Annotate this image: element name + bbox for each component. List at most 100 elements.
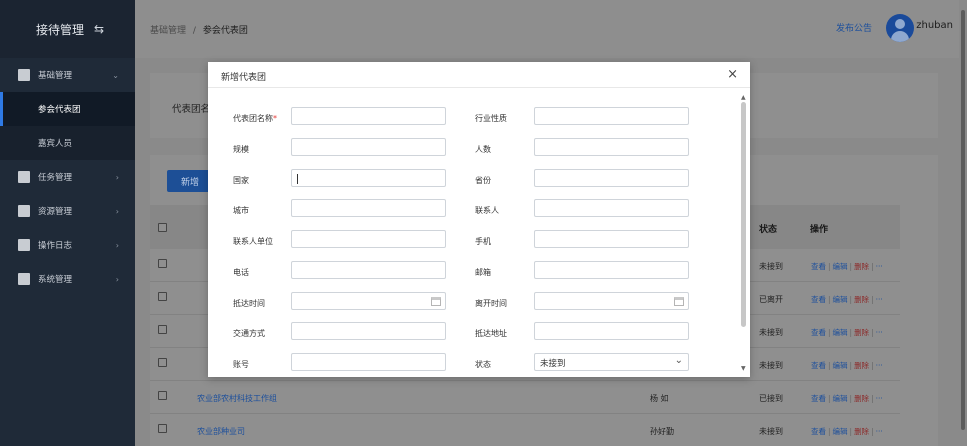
scroll-up-arrow-icon[interactable]: ▲ bbox=[741, 94, 746, 101]
username[interactable]: zhuban bbox=[916, 20, 953, 31]
edit-link[interactable]: 编辑 bbox=[833, 262, 848, 271]
view-link[interactable]: 查看 bbox=[811, 328, 826, 337]
sidebar-item-logs[interactable]: 操作日志 › bbox=[0, 228, 135, 262]
row-checkbox[interactable] bbox=[158, 325, 167, 334]
delegation-name-link[interactable]: 农业部种业司 bbox=[197, 426, 245, 437]
view-link[interactable]: 查看 bbox=[811, 394, 826, 403]
view-link[interactable]: 查看 bbox=[811, 427, 826, 436]
email-input[interactable] bbox=[534, 261, 689, 279]
edit-link[interactable]: 编辑 bbox=[833, 295, 848, 304]
calendar-icon[interactable] bbox=[674, 297, 684, 306]
breadcrumb-parent[interactable]: 基础管理 bbox=[150, 26, 186, 36]
chevron-down-icon: ⌄ bbox=[674, 355, 683, 366]
sidebar-item-resources[interactable]: 资源管理 › bbox=[0, 194, 135, 228]
arrive-address-input[interactable] bbox=[534, 322, 689, 340]
industry-input[interactable] bbox=[534, 107, 689, 125]
country-input[interactable] bbox=[291, 169, 446, 187]
collapse-toggle-icon[interactable]: ⇆ bbox=[94, 22, 104, 36]
delete-link[interactable]: 删除 bbox=[854, 328, 869, 337]
view-link[interactable]: 查看 bbox=[811, 295, 826, 304]
more-icon[interactable]: ··· bbox=[876, 361, 883, 370]
label-contact: 联系人 bbox=[475, 206, 499, 215]
dialog-divider bbox=[208, 87, 750, 88]
more-icon[interactable]: ··· bbox=[876, 262, 883, 271]
contact-input[interactable] bbox=[534, 199, 689, 217]
delete-link[interactable]: 删除 bbox=[854, 262, 869, 271]
row-checkbox[interactable] bbox=[158, 424, 167, 433]
action-separator: | bbox=[871, 262, 874, 271]
dialog-scroll-thumb[interactable] bbox=[741, 102, 746, 327]
transport-input[interactable] bbox=[291, 322, 446, 340]
delegation-name-link[interactable]: 农业部农村科技工作组 bbox=[197, 393, 277, 404]
page-scrollbar[interactable] bbox=[959, 0, 967, 446]
calendar-icon[interactable] bbox=[431, 297, 441, 306]
delegation-name-input[interactable] bbox=[291, 107, 446, 125]
avatar[interactable] bbox=[886, 14, 914, 42]
delete-link[interactable]: 删除 bbox=[854, 361, 869, 370]
row-checkbox[interactable] bbox=[158, 391, 167, 400]
scroll-down-arrow-icon[interactable]: ▼ bbox=[741, 365, 746, 372]
action-separator: | bbox=[849, 361, 853, 370]
mobile-input[interactable] bbox=[534, 230, 689, 248]
more-icon[interactable]: ··· bbox=[876, 295, 883, 304]
status-cell: 未接到 bbox=[759, 328, 783, 337]
sidebar-item-delegations[interactable]: 参会代表团 bbox=[0, 92, 135, 126]
phone-input[interactable] bbox=[291, 261, 446, 279]
column-status: 状态 bbox=[759, 225, 778, 235]
city-input[interactable] bbox=[291, 199, 446, 217]
add-button[interactable]: 新增 bbox=[167, 170, 213, 192]
chevron-down-icon: ⌄ bbox=[112, 70, 119, 80]
label-leave-time: 离开时间 bbox=[475, 299, 507, 308]
action-separator: | bbox=[849, 328, 853, 337]
menu-square-icon bbox=[18, 273, 30, 285]
page-scroll-thumb[interactable] bbox=[961, 10, 965, 430]
chevron-right-icon: › bbox=[115, 274, 119, 284]
sidebar-item-basic[interactable]: 基础管理 ⌄ bbox=[0, 58, 135, 92]
sidebar-item-guests[interactable]: 嘉宾人员 bbox=[0, 126, 135, 160]
breadcrumb: 基础管理 / 参会代表团 bbox=[150, 23, 248, 36]
avatar-body-shape bbox=[891, 31, 909, 42]
dialog-title: 新增代表团 bbox=[221, 73, 267, 83]
sidebar-item-tasks[interactable]: 任务管理 › bbox=[0, 160, 135, 194]
avatar-head-shape bbox=[895, 19, 905, 29]
table-row: 农业部种业司 孙好勤 未接到 查看 | 编辑 | 删除 | ··· bbox=[150, 414, 900, 446]
delete-link[interactable]: 删除 bbox=[854, 394, 869, 403]
sidebar-item-system[interactable]: 系统管理 › bbox=[0, 262, 135, 296]
view-link[interactable]: 查看 bbox=[811, 361, 826, 370]
dialog-scrollbar[interactable]: ▲ ▼ bbox=[741, 94, 747, 372]
row-checkbox[interactable] bbox=[158, 292, 167, 301]
action-separator: | bbox=[871, 295, 874, 304]
close-icon[interactable]: × bbox=[727, 67, 738, 82]
row-checkbox[interactable] bbox=[158, 358, 167, 367]
row-checkbox[interactable] bbox=[158, 259, 167, 268]
edit-link[interactable]: 编辑 bbox=[833, 361, 848, 370]
action-separator: | bbox=[849, 295, 853, 304]
breadcrumb-current: 参会代表团 bbox=[202, 25, 248, 36]
status-select[interactable]: 未接到 ⌄ bbox=[534, 353, 689, 371]
province-input[interactable] bbox=[534, 169, 689, 187]
view-link[interactable]: 查看 bbox=[811, 262, 826, 271]
delete-link[interactable]: 删除 bbox=[854, 295, 869, 304]
label-province: 省份 bbox=[475, 176, 491, 185]
label-status: 状态 bbox=[475, 360, 491, 369]
publish-notice-link[interactable]: 发布公告 bbox=[836, 21, 872, 34]
menu-square-icon bbox=[18, 239, 30, 251]
label-delegation-name: 代表团名称* bbox=[233, 113, 277, 124]
edit-link[interactable]: 编辑 bbox=[833, 427, 848, 436]
edit-link[interactable]: 编辑 bbox=[833, 394, 848, 403]
more-icon[interactable]: ··· bbox=[876, 427, 883, 436]
contact-unit-input[interactable] bbox=[291, 230, 446, 248]
arrive-time-picker[interactable] bbox=[291, 292, 446, 310]
scale-input[interactable] bbox=[291, 138, 446, 156]
delete-link[interactable]: 删除 bbox=[854, 427, 869, 436]
edit-link[interactable]: 编辑 bbox=[833, 328, 848, 337]
select-all-checkbox[interactable] bbox=[158, 223, 167, 232]
contact-cell: 杨 如 bbox=[650, 394, 669, 403]
leave-time-picker[interactable] bbox=[534, 292, 689, 310]
label-mobile: 手机 bbox=[475, 237, 491, 246]
account-input[interactable] bbox=[291, 353, 446, 371]
sidebar: 接待管理 ⇆ 基础管理 ⌄ 参会代表团 嘉宾人员 任务管理 › 资源管理 › 操… bbox=[0, 0, 135, 446]
people-count-input[interactable] bbox=[534, 138, 689, 156]
more-icon[interactable]: ··· bbox=[876, 328, 883, 337]
more-icon[interactable]: ··· bbox=[876, 394, 883, 403]
